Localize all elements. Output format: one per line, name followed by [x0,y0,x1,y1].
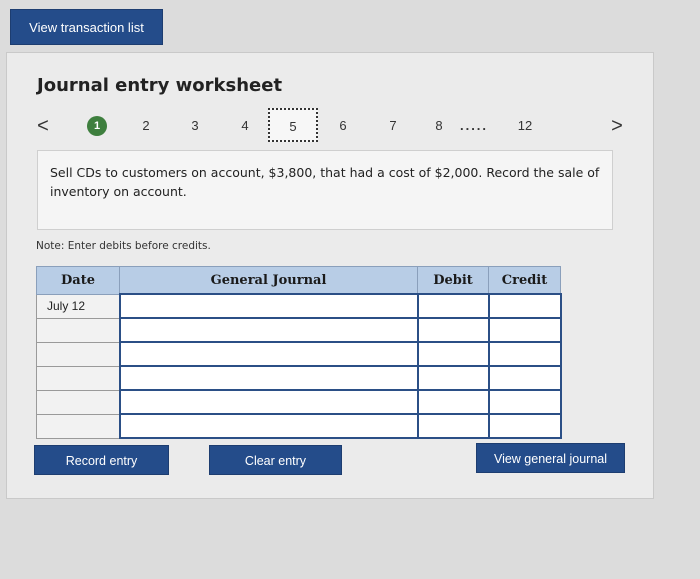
table-row [36,413,562,439]
debit-input[interactable] [416,365,490,391]
pager-item-5[interactable]: 5 [268,108,318,142]
account-input[interactable] [118,389,419,415]
table-row: July 12 [36,293,562,319]
next-arrow-icon[interactable]: > [605,113,629,139]
pager-item-8[interactable]: 8 [427,113,451,139]
pager-ellipsis: ..... [459,118,489,133]
credit-input[interactable] [487,293,562,319]
credit-input[interactable] [487,389,562,415]
pager-item-3[interactable]: 3 [183,113,207,139]
debit-input[interactable] [416,341,490,367]
view-transaction-list-button[interactable]: View transaction list [10,9,163,45]
credit-input[interactable] [487,413,562,439]
pager-item-12[interactable]: 12 [513,113,537,139]
date-cell[interactable] [36,365,120,391]
date-header: Date [36,266,120,295]
transaction-description: Sell CDs to customers on account, $3,800… [37,150,613,230]
account-input[interactable] [118,413,419,439]
table-row [36,389,562,415]
worksheet-pager: < 1 2 3 4 5 6 7 8 ..... 12 > [7,108,655,143]
debit-input[interactable] [416,293,490,319]
credit-input[interactable] [487,317,562,343]
note-text: Note: Enter debits before credits. [36,240,211,252]
journal-entry-worksheet: Journal entry worksheet < 1 2 3 4 5 6 7 … [6,52,654,499]
view-general-journal-button[interactable]: View general journal [476,443,625,473]
account-input[interactable] [118,293,419,319]
pager-item-7[interactable]: 7 [381,113,405,139]
account-input[interactable] [118,365,419,391]
credit-header: Credit [488,266,561,295]
account-input[interactable] [118,341,419,367]
pager-item-1[interactable]: 1 [87,116,107,136]
date-cell[interactable] [36,413,120,439]
worksheet-title: Journal entry worksheet [37,75,283,96]
debit-input[interactable] [416,413,490,439]
credit-input[interactable] [487,341,562,367]
pager-item-4[interactable]: 4 [233,113,257,139]
record-entry-button[interactable]: Record entry [34,445,169,475]
account-input[interactable] [118,317,419,343]
date-cell[interactable] [36,341,120,367]
table-row [36,341,562,367]
date-cell[interactable] [36,317,120,343]
date-cell[interactable] [36,389,120,415]
pager-item-2[interactable]: 2 [134,113,158,139]
credit-input[interactable] [487,365,562,391]
table-row [36,317,562,343]
prev-arrow-icon[interactable]: < [31,113,55,139]
journal-table: Date General Journal Debit Credit July 1… [36,266,562,439]
debit-input[interactable] [416,389,490,415]
debit-input[interactable] [416,317,490,343]
clear-entry-button[interactable]: Clear entry [209,445,342,475]
date-cell[interactable]: July 12 [36,293,120,319]
pager-item-6[interactable]: 6 [331,113,355,139]
general-journal-header: General Journal [119,266,418,295]
table-row [36,365,562,391]
debit-header: Debit [417,266,489,295]
